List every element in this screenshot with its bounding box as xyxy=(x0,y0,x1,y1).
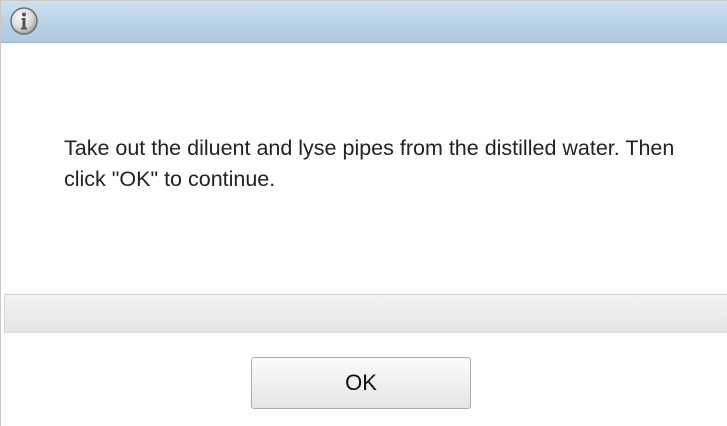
message-dialog: Take out the diluent and lyse pipes from… xyxy=(0,0,727,426)
dialog-titlebar[interactable] xyxy=(1,1,727,43)
dialog-status-bar xyxy=(4,294,727,333)
info-icon xyxy=(10,7,38,35)
dialog-message: Take out the diluent and lyse pipes from… xyxy=(64,136,675,191)
ok-button[interactable]: OK xyxy=(251,357,471,409)
